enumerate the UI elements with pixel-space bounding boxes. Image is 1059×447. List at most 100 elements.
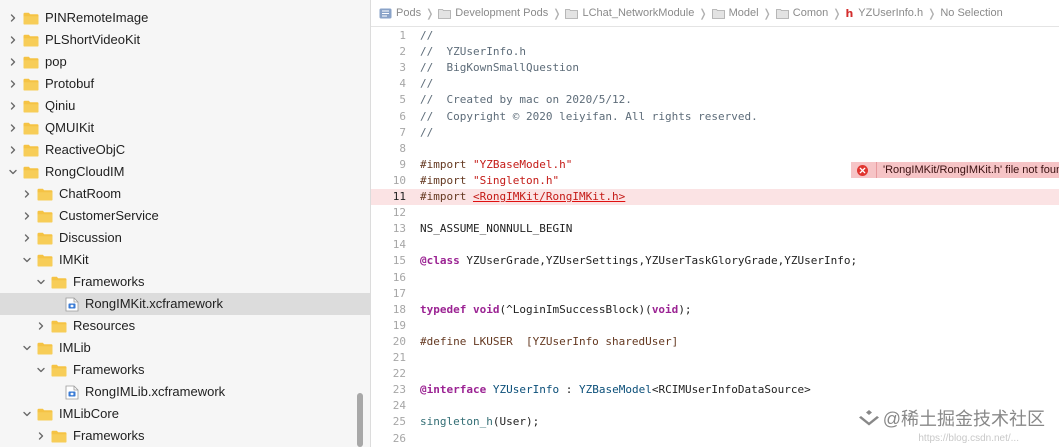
code-text: // BigKownSmallQuestion: [420, 60, 579, 76]
navigator-item[interactable]: Frameworks: [0, 271, 370, 293]
disclosure-collapsed-icon[interactable]: [36, 431, 46, 441]
navigator-item[interactable]: pop: [0, 51, 352, 73]
disclosure-collapsed-icon[interactable]: [8, 57, 18, 67]
navigator-item[interactable]: RongCloudIM: [0, 161, 352, 183]
code-line[interactable]: 13 NS_ASSUME_NONNULL_BEGIN: [371, 221, 1059, 237]
jumpbar-crumb[interactable]: LChat_NetworkModule: [565, 7, 694, 19]
code-token: singleton_h: [420, 415, 493, 429]
code-token: "YZBaseModel.h": [472, 157, 573, 171]
code-line[interactable]: 19: [371, 318, 1059, 334]
code-area[interactable]: 1 // 2 // YZUserInfo.h 3 // BigKownSmallQuest…: [371, 28, 1059, 447]
disclosure-collapsed-icon[interactable]: [8, 79, 18, 89]
folder-icon: [23, 78, 39, 91]
disclosure-collapsed-icon[interactable]: [8, 13, 18, 23]
jumpbar-crumb[interactable]: Pods: [379, 7, 421, 19]
navigator-item[interactable]: Resources: [0, 315, 370, 337]
code-line[interactable]: 16: [371, 270, 1059, 286]
navigator-item[interactable]: Qiniu: [0, 95, 352, 117]
error-annotation[interactable]: 'RongIMKit/RongIMKit.h' file not found: [851, 162, 1059, 178]
watermark: @稀土掘金技术社区: [858, 405, 1045, 431]
jumpbar-crumb[interactable]: h YZUserInfo.h: [845, 7, 923, 20]
code-line[interactable]: 12: [371, 205, 1059, 221]
line-number: 20: [392, 334, 406, 348]
code-line[interactable]: 22: [371, 366, 1059, 382]
jumpbar-crumb[interactable]: Development Pods: [438, 7, 548, 19]
code-text: typedef void(^LoginImSuccessBlock)(void)…: [420, 302, 692, 318]
code-line[interactable]: 20 #define LKUSER [YZUserInfo sharedUser]: [371, 334, 1059, 350]
disclosure-expanded-icon[interactable]: [36, 277, 46, 287]
code-token: // YZUserInfo.h: [420, 45, 526, 59]
navigator-scrollbar[interactable]: [357, 393, 363, 447]
navigator-item[interactable]: PLShortVideoKit: [0, 29, 352, 51]
jumpbar-crumb[interactable]: Model: [711, 7, 759, 19]
jumpbar-crumb[interactable]: Comon: [775, 7, 828, 19]
code-token: #import: [420, 157, 473, 171]
disclosure-collapsed-icon[interactable]: [22, 189, 32, 199]
navigator-item[interactable]: RongIMLib.xcframework: [0, 381, 370, 403]
disclosure-expanded-icon[interactable]: [8, 167, 18, 177]
navigator-item[interactable]: Frameworks: [0, 425, 370, 447]
code-line[interactable]: 17: [371, 286, 1059, 302]
code-token: // BigKownSmallQuestion: [420, 61, 579, 75]
disclosure-collapsed-icon[interactable]: [22, 233, 32, 243]
jumpbar-crumb-label: Development Pods: [455, 7, 549, 19]
disclosure-collapsed-icon[interactable]: [8, 35, 18, 45]
navigator-item[interactable]: CustomerService: [0, 205, 366, 227]
code-line[interactable]: 15 @class YZUserGrade,YZUserSettings,YZUs…: [371, 253, 1059, 269]
code-line[interactable]: 18 typedef void(^LoginImSuccessBlock)(voi…: [371, 302, 1059, 318]
navigator-item[interactable]: PINRemoteImage: [0, 7, 352, 29]
code-line[interactable]: 5 // Created by mac on 2020/5/12.: [371, 92, 1059, 108]
disclosure-collapsed-icon[interactable]: [8, 123, 18, 133]
code-token: :: [559, 383, 579, 397]
code-line-error[interactable]: 11 #import <RongIMKit/RongIMKit.h>: [371, 189, 1059, 205]
disclosure-expanded-icon[interactable]: [22, 409, 32, 419]
navigator-item[interactable]: RongIMKit.xcframework: [0, 293, 370, 315]
code-text: //: [420, 125, 433, 141]
disclosure-collapsed-icon[interactable]: [36, 321, 46, 331]
code-token: @interface: [420, 383, 487, 397]
line-number: 22: [392, 367, 406, 381]
jumpbar-crumb-label: Pods: [396, 7, 422, 19]
code-line[interactable]: 3 // BigKownSmallQuestion: [371, 60, 1059, 76]
navigator-item[interactable]: Discussion: [0, 227, 366, 249]
navigator-item[interactable]: IMKit: [0, 249, 366, 271]
navigator-item[interactable]: Frameworks: [0, 359, 370, 381]
disclosure-expanded-icon[interactable]: [36, 365, 46, 375]
code-line[interactable]: 4 //: [371, 76, 1059, 92]
juejin-logo-icon: [858, 410, 879, 426]
disclosure-collapsed-icon[interactable]: [22, 211, 32, 221]
code-line[interactable]: 2 // YZUserInfo.h: [371, 44, 1059, 60]
navigator-item[interactable]: QMUIKit: [0, 117, 352, 139]
code-line[interactable]: 8: [371, 141, 1059, 157]
error-icon: [857, 164, 868, 176]
line-number: 10: [392, 173, 406, 187]
navigator-item-label: QMUIKit: [45, 120, 95, 135]
navigator-item[interactable]: ChatRoom: [0, 183, 366, 205]
disclosure-expanded-icon[interactable]: [22, 255, 32, 265]
navigator-item[interactable]: Protobuf: [0, 73, 352, 95]
line-number: 4: [399, 77, 406, 91]
navigator-item[interactable]: ReactiveObjC: [0, 139, 352, 161]
code-token: NS_ASSUME_NONNULL_BEGIN: [420, 222, 573, 236]
navigator-item-label: RongCloudIM: [45, 164, 125, 179]
code-token: void: [651, 302, 679, 316]
disclosure-collapsed-icon[interactable]: [8, 101, 18, 111]
code-line[interactable]: 6 // Copyright © 2020 leiyifan. All right…: [371, 109, 1059, 125]
code-line[interactable]: 21: [371, 350, 1059, 366]
code-line[interactable]: 14: [371, 237, 1059, 253]
jumpbar-crumb[interactable]: No Selection: [940, 7, 1002, 19]
code-token: #import: [420, 190, 473, 203]
code-text: // YZUserInfo.h: [420, 44, 526, 60]
disclosure-expanded-icon[interactable]: [22, 343, 32, 353]
watermark-text: @稀土掘金技术社区: [882, 409, 1045, 429]
navigator-item[interactable]: IMLibCore: [0, 403, 366, 425]
code-token: (^LoginImSuccessBlock)(: [499, 302, 652, 316]
disclosure-collapsed-icon[interactable]: [8, 145, 18, 155]
error-separator: [876, 162, 877, 178]
code-line[interactable]: 23 @interface YZUserInfo : YZBaseModel<RC…: [371, 382, 1059, 398]
code-text: @interface YZUserInfo : YZBaseModel<RCIM…: [420, 382, 811, 398]
code-line[interactable]: 7 //: [371, 125, 1059, 141]
navigator-item[interactable]: IMLib: [0, 337, 366, 359]
code-line[interactable]: 1 //: [371, 28, 1059, 44]
